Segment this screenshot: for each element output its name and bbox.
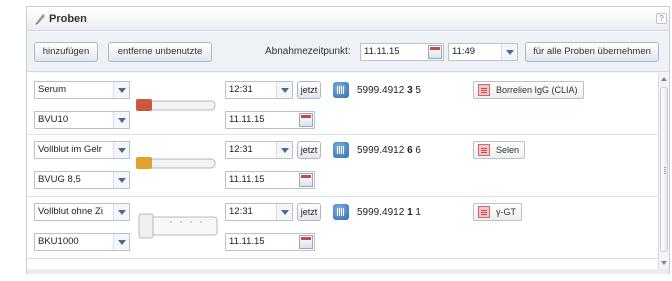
tube-serum-icon (136, 99, 216, 111)
chevron-down-icon[interactable] (276, 204, 292, 220)
collection-date-value: 11.11.15 (364, 46, 400, 57)
container-select[interactable]: BVUG 8,5 (34, 171, 130, 189)
material-value: Vollblut ohne Zi (38, 206, 103, 217)
lab-test-icon (478, 144, 490, 156)
tube-cap (136, 157, 152, 169)
container-select[interactable]: BKU1000 (34, 233, 130, 251)
chevron-down-icon[interactable] (276, 142, 292, 158)
collection-date-field[interactable]: 11.11.15 (360, 43, 444, 61)
pencil-icon (35, 14, 45, 25)
time-value: 12:31 (229, 206, 253, 217)
remove-unused-button[interactable]: entferne unbenutzte (108, 42, 212, 62)
add-sample-button[interactable]: hinzufügen (34, 42, 98, 62)
panel-title: Proben (49, 13, 87, 25)
sample-row: Vollblut ohne Zi BKU1000 12:31 jetzt 11.… (27, 197, 659, 259)
container-select[interactable]: BVU10 (34, 111, 130, 129)
container-value: BVUG 8,5 (38, 174, 81, 185)
sample-row: Serum BVU10 12:31 jetzt 11.11.15 5999.49 (27, 73, 659, 135)
material-select[interactable]: Serum (34, 81, 130, 99)
time-value: 12:31 (229, 84, 253, 95)
samples-panel: Proben ? hinzufügen entferne unbenutzte … (26, 6, 670, 274)
tube-gel-icon (136, 157, 216, 169)
test-label: γ-GT (496, 207, 516, 217)
material-value: Serum (38, 84, 66, 95)
chevron-down-icon[interactable] (113, 234, 129, 250)
now-button[interactable]: jetzt (297, 81, 321, 99)
samples-list: Serum BVU10 12:31 jetzt 11.11.15 5999.49 (27, 73, 659, 269)
chevron-down-icon[interactable] (113, 142, 129, 158)
time-select[interactable]: 12:31 (225, 81, 293, 99)
chevron-down-icon[interactable] (276, 82, 292, 98)
tube-cap (138, 213, 154, 239)
lab-test-icon (478, 206, 490, 218)
apply-all-samples-button[interactable]: für alle Proben übernehmen (525, 42, 659, 62)
scroll-down-icon[interactable] (661, 261, 667, 265)
now-button[interactable]: jetzt (297, 141, 321, 159)
tube-large-icon (138, 213, 218, 239)
grip-icon (664, 166, 666, 174)
collection-time-value: 11:49 (452, 46, 476, 57)
collection-time-select[interactable]: 11:49 (448, 43, 518, 61)
collection-time-label: Abnahmezeitpunkt: (265, 46, 351, 57)
chevron-down-icon[interactable] (113, 112, 129, 128)
chevron-down-icon[interactable] (113, 82, 129, 98)
barcode-print-icon[interactable] (333, 142, 349, 158)
time-select[interactable]: 12:31 (225, 141, 293, 159)
scroll-thumb[interactable] (660, 87, 668, 252)
panel-titlebar: Proben ? (27, 7, 669, 31)
chevron-down-icon[interactable] (113, 172, 129, 188)
chevron-down-icon[interactable] (501, 44, 517, 60)
date-field[interactable]: 11.11.15 (225, 111, 315, 129)
toolbar: hinzufügen entferne unbenutzte Abnahmeze… (27, 32, 669, 72)
material-select[interactable]: Vollblut ohne Zi (34, 203, 130, 221)
date-value: 11.11.15 (229, 236, 265, 247)
barcode-number: 5999.4912 1 1 (357, 207, 421, 218)
tube-cap (136, 99, 152, 111)
now-button[interactable]: jetzt (297, 203, 321, 221)
chevron-down-icon[interactable] (113, 204, 129, 220)
test-tag[interactable]: Selen (473, 141, 526, 159)
container-value: BVU10 (38, 114, 69, 125)
sample-row: Vollblut im Gelr BVUG 8,5 12:31 jetzt 11… (27, 135, 659, 197)
material-value: Vollblut im Gelr (38, 144, 102, 155)
date-field[interactable]: 11.11.15 (225, 171, 315, 189)
panel-footer (27, 269, 669, 274)
container-value: BKU1000 (38, 236, 79, 247)
material-select[interactable]: Vollblut im Gelr (34, 141, 130, 159)
date-field[interactable]: 11.11.15 (225, 233, 315, 251)
barcode-number: 5999.4912 3 5 (357, 85, 421, 96)
vertical-scrollbar[interactable] (658, 73, 669, 269)
time-select[interactable]: 12:31 (225, 203, 293, 221)
test-tag[interactable]: Borrelien IgG (CLIA) (473, 81, 584, 99)
calendar-icon[interactable] (299, 113, 313, 127)
date-value: 11.11.15 (229, 174, 265, 185)
lab-test-icon (478, 84, 490, 96)
test-tag[interactable]: γ-GT (473, 203, 522, 221)
barcode-number: 5999.4912 6 6 (357, 145, 421, 156)
calendar-icon[interactable] (299, 173, 313, 187)
help-icon[interactable]: ? (656, 13, 667, 24)
barcode-print-icon[interactable] (333, 82, 349, 98)
time-value: 12:31 (229, 144, 253, 155)
date-value: 11.11.15 (229, 114, 265, 125)
calendar-icon[interactable] (299, 235, 313, 249)
calendar-icon[interactable] (428, 45, 442, 59)
test-label: Borrelien IgG (CLIA) (496, 85, 578, 95)
barcode-print-icon[interactable] (333, 204, 349, 220)
scroll-up-icon[interactable] (661, 77, 667, 81)
test-label: Selen (496, 145, 520, 155)
